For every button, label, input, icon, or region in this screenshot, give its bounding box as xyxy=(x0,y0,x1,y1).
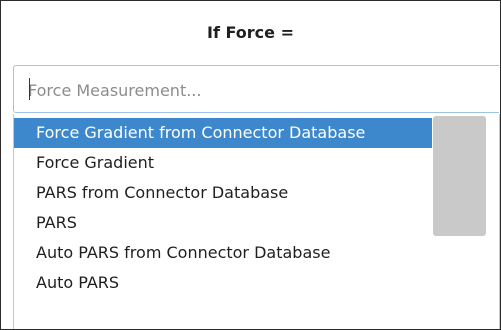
dialog-title: If Force = xyxy=(207,22,294,42)
options-dropdown: Force Gradient from Connector Database F… xyxy=(13,114,500,329)
option-pars-from-connector-database[interactable]: PARS from Connector Database xyxy=(14,178,432,208)
force-condition-dialog: If Force = Force Gradient from Connector… xyxy=(0,0,501,330)
dropdown-right-border xyxy=(499,114,500,329)
text-cursor xyxy=(29,78,30,100)
option-force-gradient-from-connector-database[interactable]: Force Gradient from Connector Database xyxy=(14,118,432,148)
search-box[interactable] xyxy=(13,65,499,113)
option-list: Force Gradient from Connector Database F… xyxy=(14,118,432,298)
option-auto-pars-from-connector-database[interactable]: Auto PARS from Connector Database xyxy=(14,238,432,268)
option-force-gradient[interactable]: Force Gradient xyxy=(14,148,432,178)
dropdown-scrollbar[interactable] xyxy=(433,114,487,329)
force-measurement-search-input[interactable] xyxy=(28,79,488,101)
option-auto-pars[interactable]: Auto PARS xyxy=(14,268,432,298)
scrollbar-thumb[interactable] xyxy=(433,116,486,236)
dialog-header: If Force = xyxy=(1,1,500,61)
option-pars[interactable]: PARS xyxy=(14,208,432,238)
